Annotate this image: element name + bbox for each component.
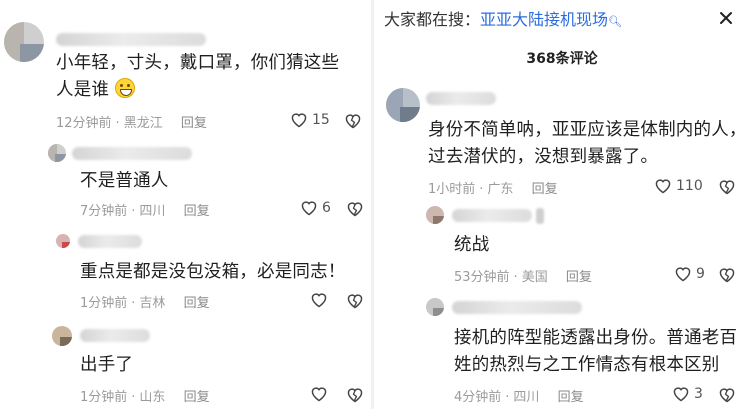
close-icon[interactable] <box>716 8 736 28</box>
avatar[interactable] <box>48 144 66 162</box>
comment-time: 4分钟前 <box>454 390 502 405</box>
username-blurred[interactable] <box>80 329 150 342</box>
comment-location: 广东 <box>487 182 514 197</box>
like-button[interactable]: 3 <box>672 386 703 402</box>
comment-time: 1分钟前 <box>80 296 128 311</box>
comment-location: 四川 <box>139 204 166 219</box>
like-button[interactable]: 110 <box>654 178 703 194</box>
comment-item: 身份不简单呐，亚亚应该是体制内的人， 过去潜伏的，没想到暴露了。 1小时前 · 广东… <box>374 80 750 200</box>
reply-button[interactable]: 回复 <box>184 296 210 311</box>
comment-meta: 53分钟前 · 美国 回复 <box>454 270 592 285</box>
comment-location: 四川 <box>513 390 540 405</box>
search-query-link[interactable]: 亚亚大陆接机现场 <box>480 10 608 29</box>
heart-icon <box>311 293 327 308</box>
comment-meta: 4分钟前 · 四川 回复 <box>454 390 584 405</box>
avatar[interactable] <box>386 88 420 122</box>
comment-time: 7分钟前 <box>80 204 128 219</box>
comment-text: 接机的阵型能透露出身份。普通老百 姓的热烈与之工作情态有根本区别 <box>454 325 746 379</box>
grin-emoji-icon <box>114 78 135 98</box>
comment-text: 统战 <box>454 235 490 255</box>
dislike-heart-icon[interactable] <box>718 179 736 195</box>
comment-location: 黑龙江 <box>123 116 163 131</box>
like-button[interactable]: 15 <box>290 112 330 128</box>
comment-item: 统战 53分钟前 · 美国 回复 9 <box>374 200 750 290</box>
dislike-heart-icon[interactable] <box>718 387 736 403</box>
comment-time: 12分钟前 <box>56 116 112 131</box>
like-count: 9 <box>696 266 705 282</box>
heart-icon <box>655 179 671 194</box>
like-count: 15 <box>312 112 330 128</box>
comment-item: 出手了 1分钟前 · 山东 回复 <box>0 320 371 409</box>
comment-line: 过去潜伏的，没想到暴露了。 <box>428 147 659 167</box>
comment-location: 吉林 <box>139 296 166 311</box>
comment-text: 重点是都是没包没箱，必是同志！ <box>80 262 346 282</box>
comment-location: 山东 <box>139 390 166 405</box>
dislike-heart-icon[interactable] <box>718 267 736 283</box>
like-button[interactable]: 6 <box>300 200 331 216</box>
avatar[interactable] <box>56 234 70 248</box>
comment-count: 368条评论 <box>526 51 598 67</box>
comment-time: 1小时前 <box>428 182 476 197</box>
user-badge-blurred <box>536 208 544 224</box>
comment-item: 接机的阵型能透露出身份。普通老百 姓的热烈与之工作情态有根本区别 4分钟前 · 四川… <box>374 292 750 409</box>
comment-meta: 12分钟前 · 黑龙江 回复 <box>56 116 207 131</box>
avatar[interactable] <box>426 298 444 316</box>
username-blurred[interactable] <box>78 235 142 248</box>
comment-meta: 1小时前 · 广东 回复 <box>428 182 558 197</box>
heart-icon <box>291 113 307 128</box>
comment-item: 不是普通人 7分钟前 · 四川 回复 6 <box>0 138 371 228</box>
right-comment-panel: 大家都在搜：亚亚大陆接机现场🔍︎ 368条评论 身份不简单呐，亚亚应该是体制内的… <box>374 0 750 409</box>
trending-search-bar[interactable]: 大家都在搜：亚亚大陆接机现场🔍︎ <box>384 6 724 30</box>
comment-time: 53分钟前 <box>454 270 510 285</box>
heart-icon <box>675 267 691 282</box>
avatar[interactable] <box>4 22 44 62</box>
reply-button[interactable]: 回复 <box>558 390 584 405</box>
comment-meta: 1分钟前 · 吉林 回复 <box>80 296 210 311</box>
like-count: 6 <box>322 200 331 216</box>
reply-button[interactable]: 回复 <box>532 182 558 197</box>
search-icon: 🔍︎ <box>608 15 622 28</box>
like-count: 3 <box>694 386 703 402</box>
comment-item: 小年轻，寸头，戴口罩，你们猜这些人是谁 12分钟前 · 黑龙江 回复 15 <box>0 0 371 140</box>
reply-button[interactable]: 回复 <box>181 116 207 131</box>
like-count: 110 <box>676 178 703 194</box>
username-blurred[interactable] <box>452 301 582 314</box>
avatar[interactable] <box>426 206 444 224</box>
like-button[interactable] <box>310 386 332 402</box>
like-button[interactable] <box>310 292 332 308</box>
comment-text: 身份不简单呐，亚亚应该是体制内的人， 过去潜伏的，没想到暴露了。 <box>428 117 748 171</box>
avatar[interactable] <box>52 326 72 346</box>
username-blurred[interactable] <box>452 209 532 222</box>
dislike-heart-icon[interactable] <box>346 293 364 309</box>
heart-icon <box>311 387 327 402</box>
username-blurred[interactable] <box>72 147 192 160</box>
dislike-heart-icon[interactable] <box>344 113 362 129</box>
comment-time: 1分钟前 <box>80 390 128 405</box>
comment-location: 美国 <box>521 270 548 285</box>
reply-button[interactable]: 回复 <box>184 204 210 219</box>
username-blurred[interactable] <box>426 92 496 105</box>
like-button[interactable]: 9 <box>674 266 705 282</box>
heart-icon <box>673 387 689 402</box>
heart-icon <box>301 201 317 216</box>
search-prefix: 大家都在搜： <box>384 10 481 29</box>
comment-item: 重点是都是没包没箱，必是同志！ 1分钟前 · 吉林 回复 <box>0 228 371 320</box>
comment-text: 出手了 <box>80 355 134 375</box>
comment-line: 接机的阵型能透露出身份。普通老百 <box>454 328 738 348</box>
comment-line: 姓的热烈与之工作情态有根本区别 <box>454 355 720 375</box>
reply-button[interactable]: 回复 <box>184 390 210 405</box>
username-blurred[interactable] <box>56 33 206 46</box>
reply-button[interactable]: 回复 <box>566 270 592 285</box>
left-comment-panel: 小年轻，寸头，戴口罩，你们猜这些人是谁 12分钟前 · 黑龙江 回复 15 不是普通… <box>0 0 371 409</box>
comment-line: 身份不简单呐，亚亚应该是体制内的人， <box>428 120 747 140</box>
comment-text-body: 小年轻，寸头，戴口罩，你们猜这些人是谁 <box>56 53 340 100</box>
comment-text: 不是普通人 <box>80 171 169 191</box>
comment-text: 小年轻，寸头，戴口罩，你们猜这些人是谁 <box>56 50 356 104</box>
comment-meta: 1分钟前 · 山东 回复 <box>80 390 210 405</box>
comment-meta: 7分钟前 · 四川 回复 <box>80 204 210 219</box>
dislike-heart-icon[interactable] <box>346 201 364 217</box>
dislike-heart-icon[interactable] <box>346 387 364 403</box>
